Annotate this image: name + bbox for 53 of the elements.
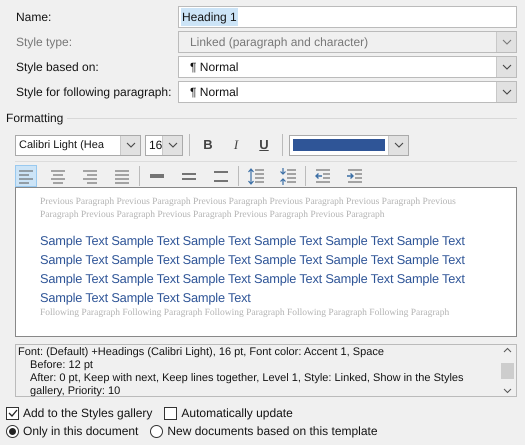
single-icon [148, 174, 166, 178]
double-icon [212, 170, 230, 182]
section-title: Formatting [6, 110, 64, 127]
checkmark-icon [8, 409, 18, 417]
field-label: Name: [16, 9, 52, 26]
size-dropdown[interactable]: 16 [145, 134, 183, 156]
description-text: Font: (Default) +Headings (Calibri Light), 16 pt, Font color: Accent 1, Space [18, 346, 385, 359]
chevron-down-icon [168, 142, 178, 148]
chevron-down-icon [502, 89, 512, 95]
radio-button[interactable] [6, 424, 19, 438]
description-text: Before: 12 pt [29, 359, 94, 372]
checkbox-label: Automatically update [181, 405, 293, 422]
radio-label: Only in this document [23, 423, 138, 440]
dropdown-field[interactable]: ¶ Normal [178, 56, 517, 78]
dropdown-button[interactable] [388, 136, 408, 154]
checkbox[interactable] [6, 406, 19, 420]
space-down-button[interactable] [277, 165, 299, 187]
checkbox-label: Add to the Styles gallery [23, 405, 152, 422]
name-field[interactable]: Heading 1 [178, 6, 517, 28]
chevron-down-icon [126, 142, 136, 148]
dropdown-button[interactable] [162, 136, 182, 154]
underline-button[interactable]: U [252, 134, 276, 156]
checkbox[interactable] [164, 406, 178, 420]
field-label: Style type: [16, 34, 74, 51]
following-paragraph-text: Following Paragraph Following Paragraph Following Paragraph Following Paragraph Following Paragraph [40, 307, 450, 320]
chevron-down-icon [502, 39, 512, 45]
align-left-button[interactable] [15, 165, 37, 187]
description-text: After: 0 pt, Keep with next, Keep lines together, Level 1, Style: Linked, Show in the Styles gallery, Priority: 10 [29, 372, 465, 398]
space-down-icon [279, 166, 297, 186]
chevron-down-icon [503, 388, 512, 394]
dropdown-button[interactable] [496, 57, 516, 77]
radio-label: New documents based on this template [167, 423, 378, 440]
bold-button[interactable]: B [196, 134, 220, 156]
space-up-icon [247, 166, 265, 186]
chevron-down-icon [502, 64, 512, 70]
field-label: Style for following paragraph: [16, 84, 172, 101]
font-dropdown[interactable]: Calibri Light (Hea [15, 134, 141, 156]
sample-text: Sample Text Sample Text Sample Text Sample Text Sample Text Sample Text Sample Text Sample Text Sample Text Sample Text Sample Text Sample Text Sample Text Sample Text Sample Text Sample Text Sample Text Sample Text Sample Text Sample Text Sample Text [40, 232, 466, 307]
italic-button[interactable]: I [224, 134, 248, 156]
dropdown-button[interactable] [120, 136, 140, 154]
scrollbar-thumb[interactable] [501, 362, 514, 378]
dropdown-button[interactable] [496, 82, 516, 102]
chevron-up-icon [503, 347, 512, 353]
scrollbar[interactable] [499, 345, 516, 396]
one-half-icon [180, 172, 198, 180]
font-color-dropdown[interactable] [289, 134, 409, 156]
indent-icon [346, 166, 364, 186]
previous-paragraph-text: Previous Paragraph Previous Paragraph Previous Paragraph Previous Paragraph Previous Paragraph Previous Paragraph Previous Paragraph Previous Paragraph Previous Paragraph Previous Paragraph [40, 196, 457, 222]
outdent-icon [314, 166, 332, 186]
dropdown-field[interactable]: ¶ Normal [178, 81, 517, 103]
radio-button[interactable] [150, 424, 164, 438]
field-label: Style based on: [16, 59, 100, 76]
chevron-down-icon [394, 142, 404, 148]
